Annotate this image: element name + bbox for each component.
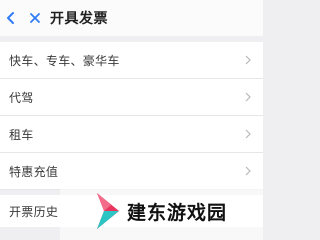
page-title: 开具发票 [50,11,108,27]
back-button[interactable] [2,6,20,30]
chevron-right-icon [245,91,253,103]
watermark-logo-icon [97,193,119,229]
invoice-type-list: 快车、专车、豪华车 代驾 租车 特惠充值 [0,42,263,190]
menu-item-designated-driver[interactable]: 代驾 [0,79,263,116]
watermark-text: 建东游戏园 [127,201,228,224]
chevron-left-icon [7,12,14,24]
chevron-right-icon [245,165,253,177]
close-button[interactable] [26,6,44,30]
menu-item-label: 快车、专车、豪华车 [9,53,120,68]
menu-item-discount-topup[interactable]: 特惠充值 [0,153,263,190]
chevron-right-icon [245,128,253,140]
watermark: 建东游戏园 [94,190,227,232]
menu-item-label: 特惠充值 [9,164,59,179]
invoice-history-label: 开票历史 [9,204,59,219]
chevron-right-icon [245,54,253,66]
top-bar: 开具发票 [0,0,263,36]
close-icon [30,13,40,23]
menu-item-car-rental[interactable]: 租车 [0,116,263,153]
menu-item-label: 代驾 [9,90,34,105]
menu-item-express-car[interactable]: 快车、专车、豪华车 [0,42,263,79]
menu-item-label: 租车 [9,127,34,142]
